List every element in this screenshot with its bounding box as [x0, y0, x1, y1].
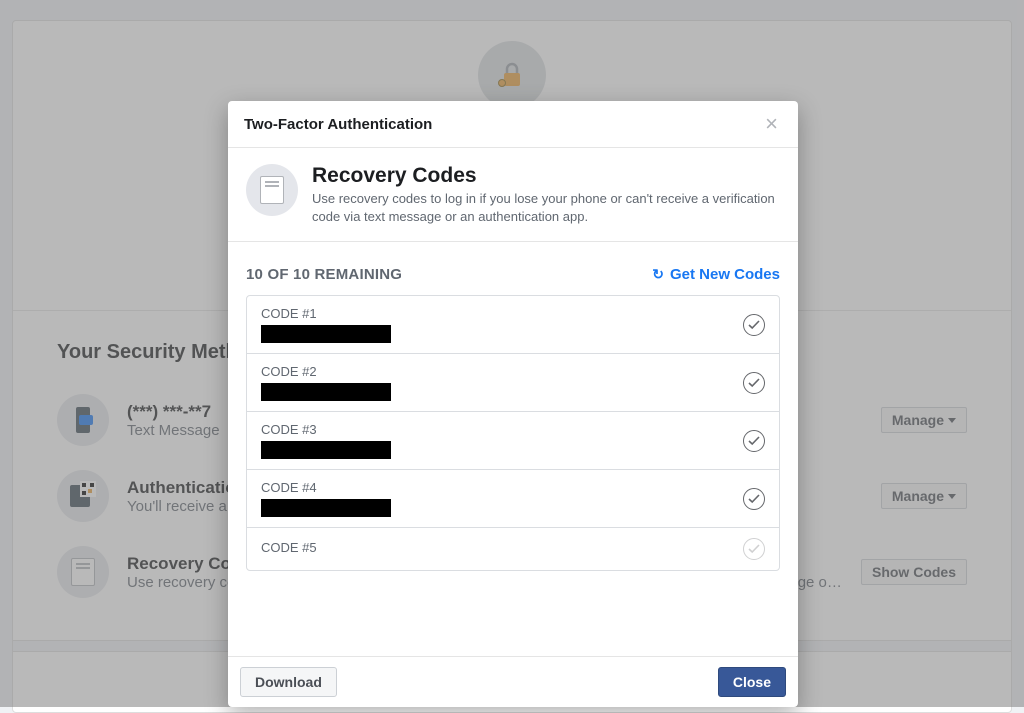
intro-heading: Recovery Codes [312, 164, 780, 188]
download-button[interactable]: Download [240, 667, 337, 697]
code-value-redacted [261, 441, 391, 459]
note-icon [246, 164, 298, 216]
codes-scroll-area[interactable]: CODE #1 CODE #2 CODE #3 [228, 295, 798, 656]
code-label: CODE #4 [261, 480, 733, 495]
recovery-code-row: CODE #2 [247, 354, 779, 412]
recovery-codes-modal: Two-Factor Authentication × Recovery Cod… [228, 101, 798, 707]
code-value-redacted [261, 383, 391, 401]
modal-header: Two-Factor Authentication × [228, 101, 798, 148]
code-label: CODE #2 [261, 364, 733, 379]
recovery-code-row: CODE #5 [247, 528, 779, 570]
modal-title: Two-Factor Authentication [244, 116, 761, 133]
check-circle-icon [743, 538, 765, 560]
modal-intro: Recovery Codes Use recovery codes to log… [228, 148, 798, 242]
recovery-code-row: CODE #3 [247, 412, 779, 470]
get-new-codes-button[interactable]: ↻ Get New Codes [652, 266, 780, 283]
intro-body: Use recovery codes to log in if you lose… [312, 190, 780, 225]
close-button[interactable]: Close [718, 667, 786, 697]
remaining-count-label: 10 OF 10 REMAINING [246, 266, 402, 283]
code-label: CODE #5 [261, 540, 733, 555]
check-circle-icon [743, 314, 765, 336]
code-value-redacted [261, 325, 391, 343]
code-label: CODE #3 [261, 422, 733, 437]
recovery-code-row: CODE #1 [247, 296, 779, 354]
modal-footer: Download Close [228, 656, 798, 707]
refresh-icon: ↻ [652, 266, 664, 283]
check-circle-icon [743, 430, 765, 452]
code-value-redacted [261, 499, 391, 517]
close-icon[interactable]: × [761, 113, 782, 135]
recovery-codes-list: CODE #1 CODE #2 CODE #3 [246, 295, 780, 571]
code-label: CODE #1 [261, 306, 733, 321]
recovery-code-row: CODE #4 [247, 470, 779, 528]
check-circle-icon [743, 372, 765, 394]
check-circle-icon [743, 488, 765, 510]
